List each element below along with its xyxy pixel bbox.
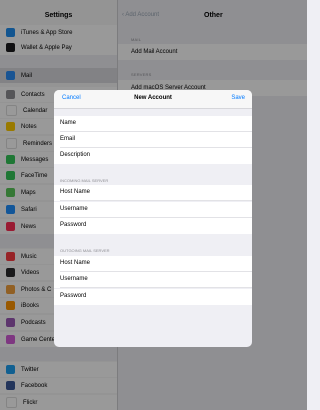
outgoing-password-field[interactable]: Password (54, 289, 252, 305)
description-field[interactable]: Description (54, 148, 252, 164)
outgoing-username-field[interactable]: Username (54, 272, 252, 288)
incoming-host-name-field[interactable]: Host Name (54, 185, 252, 201)
incoming-username-field[interactable]: Username (54, 202, 252, 218)
new-account-modal: Cancel New Account Save Name Email Descr… (54, 90, 252, 347)
email-field[interactable]: Email (54, 132, 252, 148)
save-button[interactable]: Save (231, 95, 245, 101)
incoming-server-header: INCOMING MAIL SERVER (60, 178, 109, 183)
modal-title: New Account (134, 95, 172, 101)
modal-nav-bar: Cancel New Account Save (54, 90, 252, 109)
outgoing-host-name-field[interactable]: Host Name (54, 256, 252, 272)
incoming-password-field[interactable]: Password (54, 218, 252, 234)
outgoing-server-header: OUTGOING MAIL SERVER (60, 248, 110, 253)
name-field[interactable]: Name (54, 116, 252, 132)
